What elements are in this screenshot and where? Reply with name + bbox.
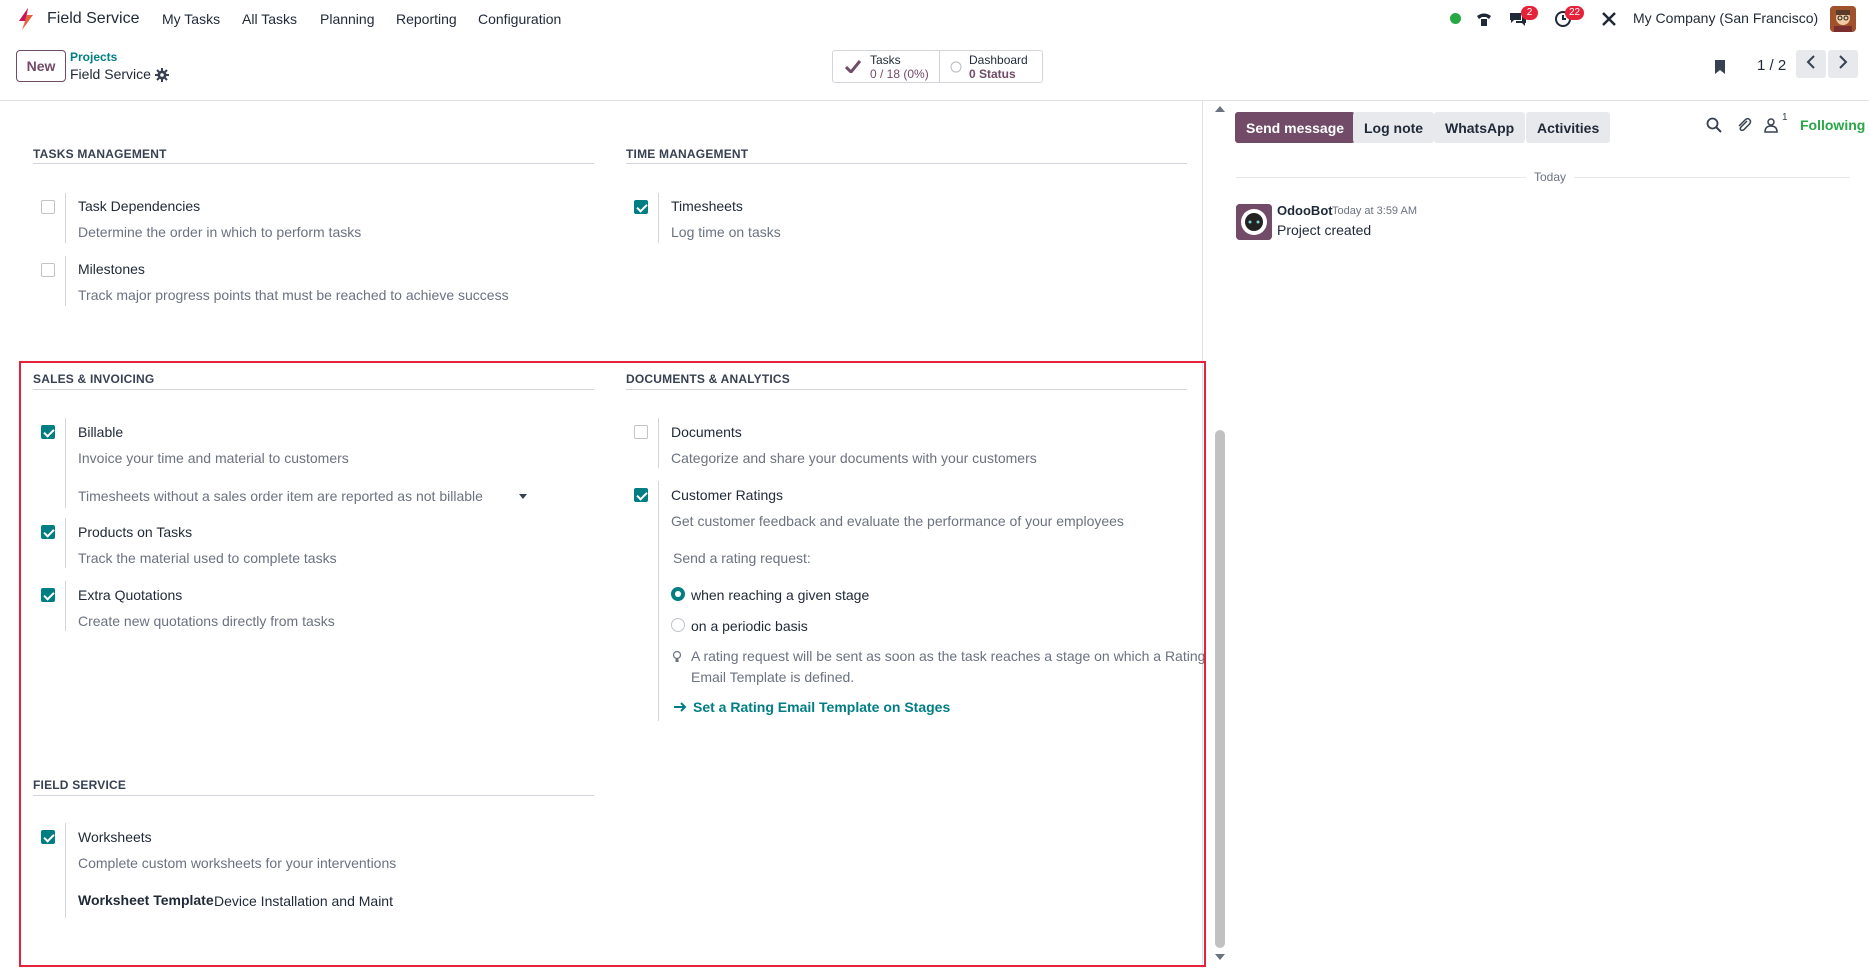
tasks-smart-button[interactable]: Tasks 0 / 18 (0%) <box>833 51 939 82</box>
gear-icon[interactable] <box>155 68 169 82</box>
menu-configuration[interactable]: Configuration <box>478 11 561 27</box>
day-label: Today <box>1526 170 1575 184</box>
odoobot-avatar[interactable] <box>1236 204 1272 240</box>
search-icon[interactable] <box>1706 117 1722 133</box>
highlight-box <box>19 361 1206 967</box>
top-navbar: Field Service My Tasks All Tasks Plannin… <box>0 0 1869 38</box>
menu-reporting[interactable]: Reporting <box>396 11 457 27</box>
scroll-thumb[interactable] <box>1215 430 1225 948</box>
app-name[interactable]: Field Service <box>47 10 139 28</box>
timesheets-desc: Log time on tasks <box>671 224 781 240</box>
following-button[interactable]: Following <box>1800 117 1865 133</box>
task-dependencies-desc: Determine the order in which to perform … <box>78 224 362 240</box>
timesheets-title: Timesheets <box>671 198 743 214</box>
followers-icon[interactable] <box>1763 117 1779 133</box>
milestones-desc: Track major progress points that must be… <box>78 287 509 303</box>
milestones-checkbox[interactable] <box>41 263 55 277</box>
control-panel: New Projects Field Service Tasks 0 / 18 … <box>0 38 1869 101</box>
field-service-logo-icon[interactable] <box>14 7 38 31</box>
pager-value[interactable]: 1 / 2 <box>1757 57 1786 74</box>
activities-button[interactable]: Activities <box>1526 112 1611 143</box>
online-status-icon <box>1450 13 1461 24</box>
section-title-time-management: TIME MANAGEMENT <box>626 147 749 161</box>
send-message-button[interactable]: Send message <box>1235 112 1356 143</box>
activities-badge: 22 <box>1565 6 1585 20</box>
dashboard-smart-button[interactable]: Dashboard 0 Status <box>940 51 1044 82</box>
message-body: Project created <box>1277 222 1372 238</box>
phone-icon[interactable] <box>1474 9 1494 29</box>
breadcrumb-current: Field Service <box>70 66 151 82</box>
user-avatar-icon <box>1830 6 1856 32</box>
messages-badge: 2 <box>1521 6 1538 20</box>
section-divider <box>626 163 1187 164</box>
tasks-value: 0 / 18 (0%) <box>870 67 929 81</box>
check-icon <box>845 60 861 73</box>
followers-count: 1 <box>1782 112 1788 123</box>
chevron-right-icon <box>1839 54 1848 69</box>
option-divider <box>65 193 66 243</box>
debug-tools-icon[interactable] <box>1599 9 1619 29</box>
menu-my-tasks[interactable]: My Tasks <box>162 11 220 27</box>
new-button[interactable]: New <box>16 50 66 82</box>
scroll-up-icon[interactable] <box>1215 106 1225 112</box>
section-title-tasks-management: TASKS MANAGEMENT <box>33 147 167 161</box>
breadcrumb-projects[interactable]: Projects <box>70 50 117 64</box>
bookmark-icon[interactable] <box>1712 58 1728 76</box>
task-dependencies-title: Task Dependencies <box>78 198 201 214</box>
log-note-button[interactable]: Log note <box>1353 112 1435 143</box>
odoobot-avatar-icon <box>1236 204 1272 240</box>
pager-next-button[interactable] <box>1828 50 1858 78</box>
menu-planning[interactable]: Planning <box>320 11 375 27</box>
dashboard-label: Dashboard <box>969 53 1028 67</box>
tasks-label: Tasks <box>870 53 901 67</box>
option-divider <box>65 256 66 306</box>
whatsapp-button[interactable]: WhatsApp <box>1434 112 1526 143</box>
pager-previous-button[interactable] <box>1796 50 1826 78</box>
company-switcher[interactable]: My Company (San Francisco) <box>1633 10 1818 26</box>
message-author[interactable]: OdooBot <box>1277 203 1333 218</box>
dashboard-value: 0 Status <box>969 67 1016 81</box>
section-divider <box>33 163 594 164</box>
message-time: Today at 3:59 AM <box>1332 205 1417 217</box>
milestones-title: Milestones <box>78 261 145 277</box>
paperclip-icon[interactable] <box>1736 117 1752 133</box>
timesheets-checkbox[interactable] <box>634 200 648 214</box>
option-divider <box>658 193 659 243</box>
chevron-left-icon <box>1806 54 1815 69</box>
scroll-down-icon[interactable] <box>1215 954 1225 960</box>
smart-buttons: Tasks 0 / 18 (0%) Dashboard 0 Status <box>832 50 1043 83</box>
user-avatar[interactable] <box>1830 6 1856 32</box>
status-circle-icon <box>950 61 962 73</box>
task-dependencies-checkbox[interactable] <box>41 200 55 214</box>
menu-all-tasks[interactable]: All Tasks <box>242 11 297 27</box>
